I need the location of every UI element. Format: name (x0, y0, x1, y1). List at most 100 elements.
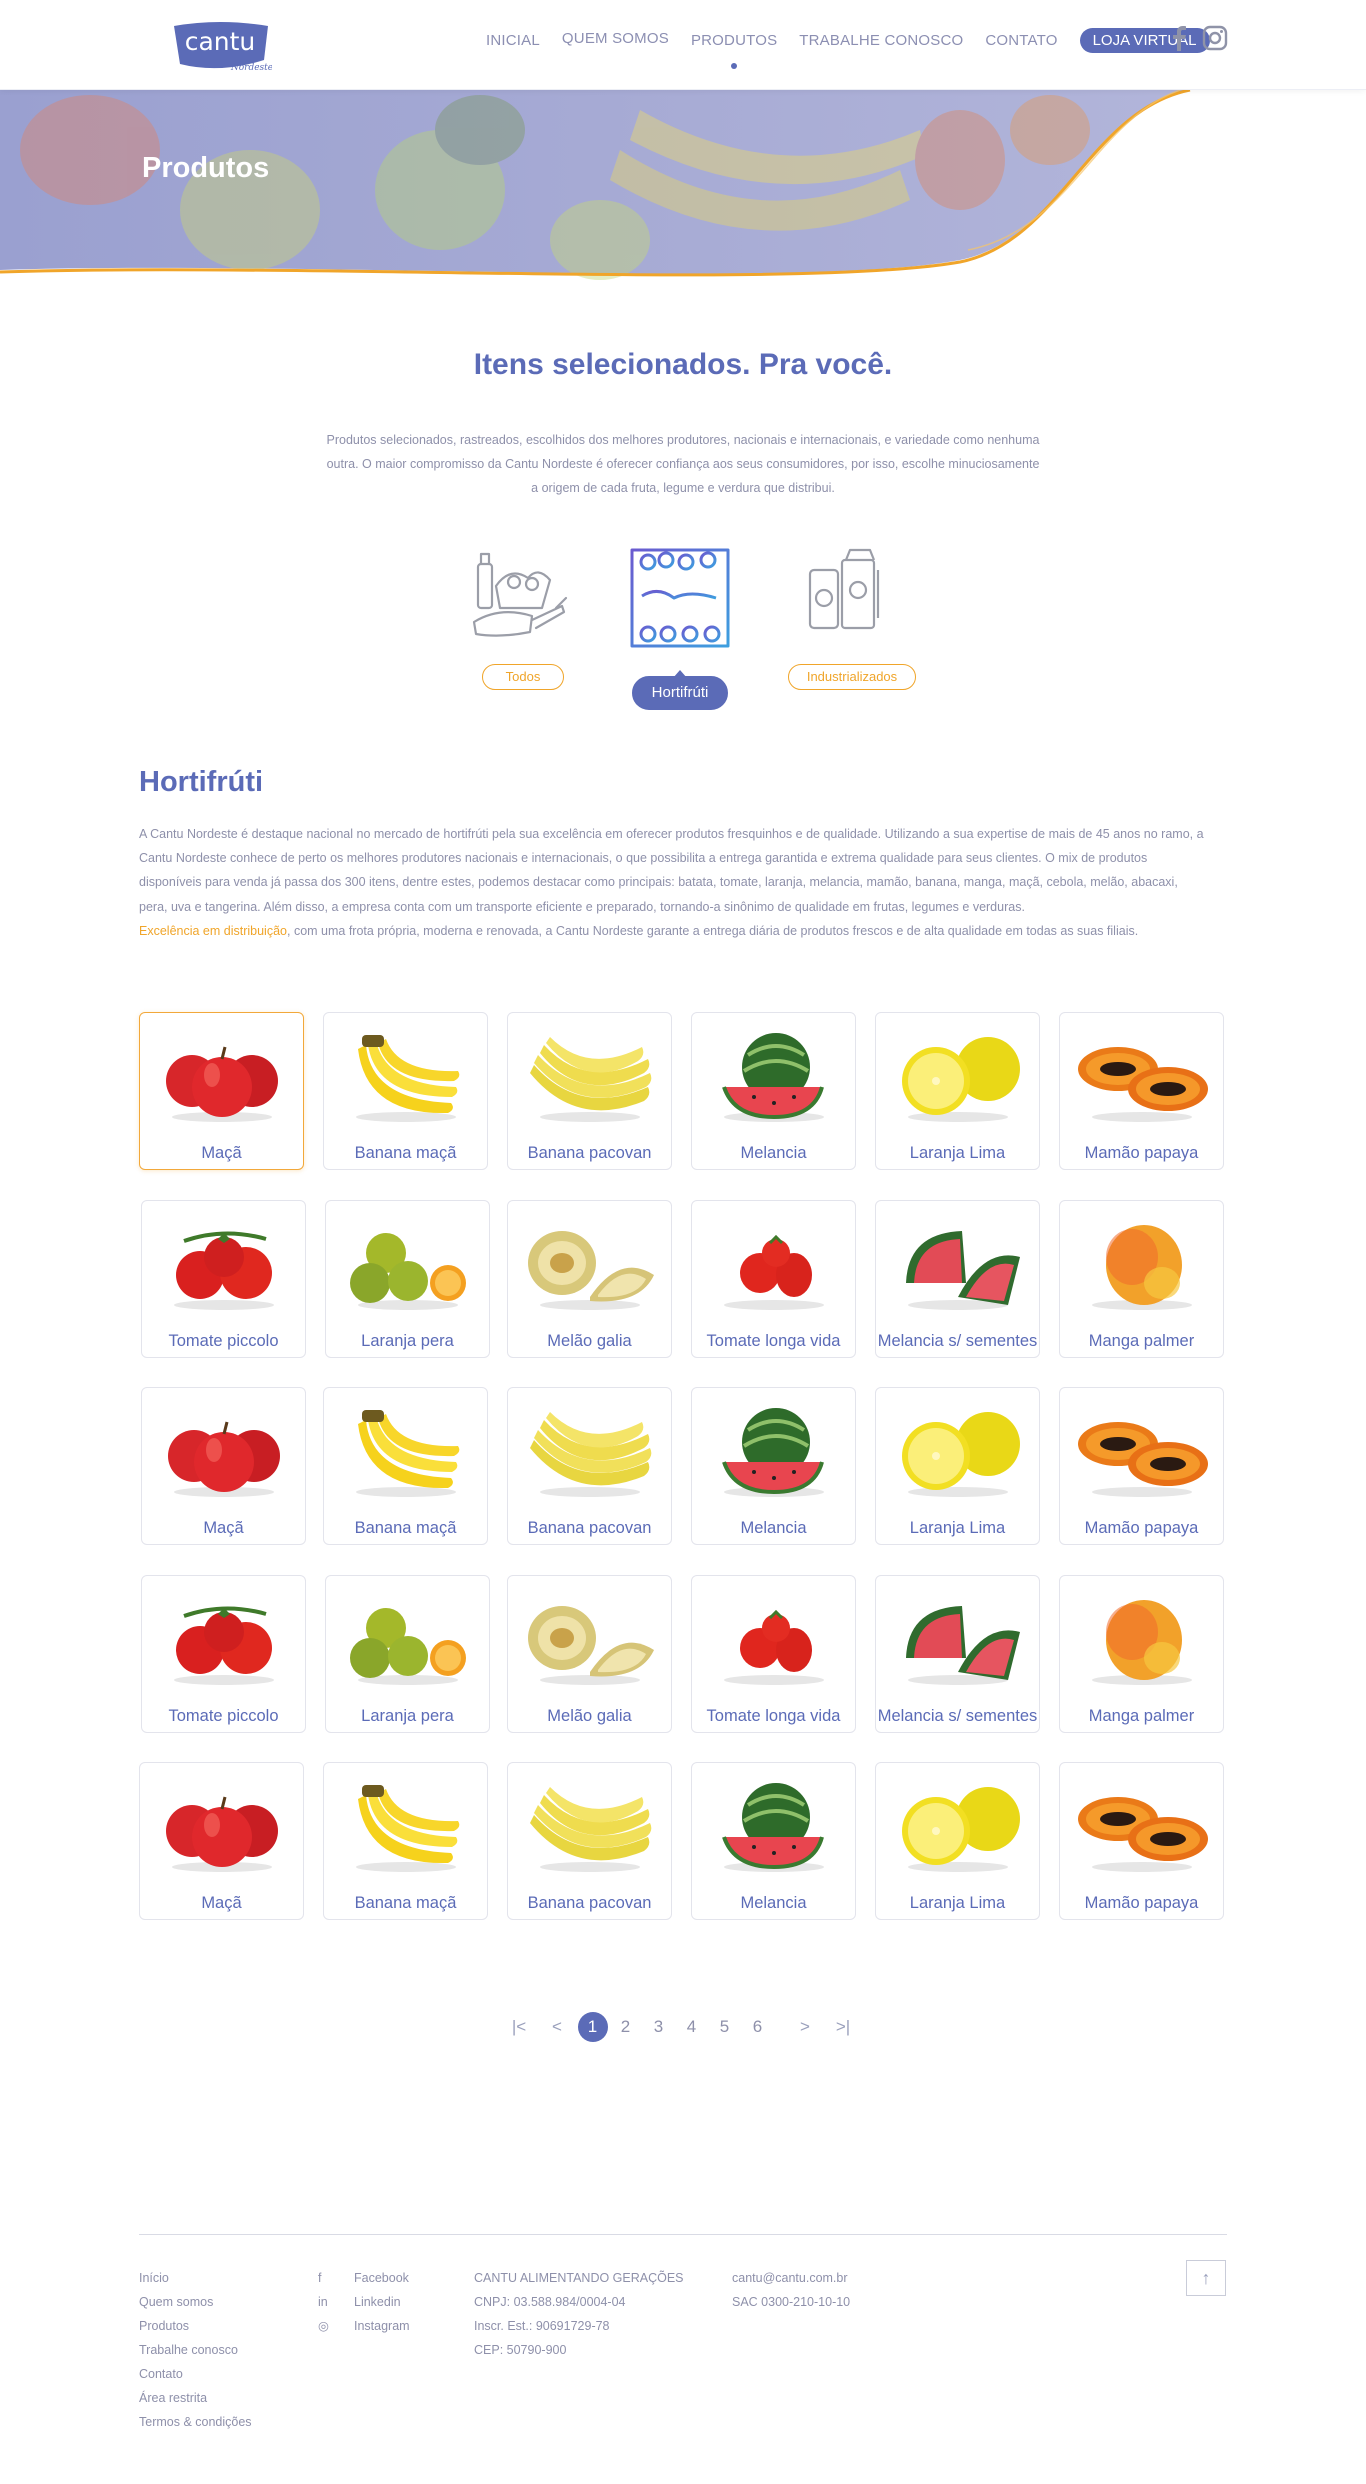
product-label: Manga palmer (1088, 1707, 1195, 1725)
product-card[interactable]: Melão galia (507, 1200, 672, 1358)
product-label: Laranja Lima (909, 1519, 1006, 1537)
footer-link-trabalhe-conosco[interactable]: Trabalhe conosco (139, 2338, 252, 2362)
product-card[interactable]: Laranja Lima (875, 1762, 1040, 1920)
footer-link-termos[interactable]: Termos & condições (139, 2410, 252, 2434)
product-label: Laranja Lima (909, 1144, 1006, 1162)
category-hortifruti-label[interactable]: Hortifrúti (632, 670, 728, 710)
product-card[interactable]: Melancia s/ sementes (875, 1200, 1040, 1358)
product-card[interactable]: Banana maçã (323, 1387, 488, 1545)
footer-facebook[interactable]: f Facebook (318, 2266, 410, 2290)
page-2[interactable]: 2 (611, 2012, 641, 2042)
product-label: Maçã (201, 1894, 242, 1912)
cantu-logo[interactable]: cantu Nordeste (168, 18, 273, 76)
product-label: Melancia (740, 1519, 807, 1537)
product-label: Laranja pera (361, 1707, 454, 1725)
product-card[interactable]: Manga palmer (1059, 1200, 1224, 1358)
loja-virtual-button[interactable]: LOJA VIRTUAL (1079, 28, 1210, 53)
nav-inicial[interactable]: INICIAL (486, 32, 540, 49)
first-page-icon[interactable]: |< (500, 2017, 538, 2037)
facebook-icon[interactable] (1172, 25, 1186, 56)
nav-quem-somos[interactable]: QUEM SOMOS (562, 30, 669, 47)
page-1[interactable]: 1 (577, 2012, 608, 2042)
highlight-link[interactable]: Excelência em distribuição (139, 924, 287, 938)
back-to-top-button[interactable]: ↑ (1186, 2260, 1226, 2296)
prev-page-icon[interactable]: < (538, 2017, 576, 2037)
intro-title: Itens selecionados. Pra você. (473, 348, 893, 381)
product-card[interactable]: Banana maçã (323, 1762, 488, 1920)
footer-link-contato[interactable]: Contato (139, 2362, 252, 2386)
product-label: Banana maçã (354, 1894, 457, 1912)
product-card[interactable]: Melancia (691, 1387, 856, 1545)
product-card[interactable]: Banana pacovan (507, 1012, 672, 1170)
footer-link-produtos[interactable]: Produtos (139, 2314, 252, 2338)
product-card[interactable]: Melão galia (507, 1575, 672, 1733)
page-4[interactable]: 4 (677, 2012, 707, 2042)
footer-link-quem-somos[interactable]: Quem somos (139, 2290, 252, 2314)
footer-instagram[interactable]: ◎ Instagram (318, 2314, 410, 2338)
product-card[interactable]: Banana maçã (323, 1012, 488, 1170)
footer-links: Início Quem somos Produtos Trabalhe cono… (139, 2266, 252, 2434)
product-label: Banana pacovan (527, 1894, 652, 1912)
product-card[interactable]: Tomate longa vida (691, 1575, 856, 1733)
nav-produtos[interactable]: PRODUTOS (691, 32, 777, 69)
nav-contato[interactable]: CONTATO (985, 32, 1057, 49)
product-label: Mamão papaya (1084, 1894, 1199, 1912)
product-label: Tomate longa vida (706, 1332, 841, 1350)
footer-divider (139, 2234, 1227, 2235)
footer-linkedin[interactable]: in Linkedin (318, 2290, 410, 2314)
footer-facebook-label: Facebook (354, 2271, 409, 2285)
product-card[interactable]: Laranja pera (325, 1200, 490, 1358)
product-label: Laranja Lima (909, 1894, 1006, 1912)
product-card[interactable]: Tomate longa vida (691, 1200, 856, 1358)
product-label: Melão galia (547, 1332, 632, 1350)
product-label: Maçã (203, 1519, 244, 1537)
footer-contact: cantu@cantu.com.br SAC 0300-210-10-10 (732, 2266, 850, 2314)
product-card[interactable]: Laranja Lima (875, 1387, 1040, 1545)
section-title: Hortifrúti (139, 766, 264, 798)
product-label: Melancia s/ sementes (877, 1332, 1038, 1350)
product-card[interactable]: Laranja pera (325, 1575, 490, 1733)
category-todos[interactable]: Todos (470, 546, 570, 690)
intro-text: Produtos selecionados, rastreados, escol… (326, 433, 1040, 495)
product-label: Banana pacovan (527, 1144, 652, 1162)
section-description-text-end: , com uma frota própria, moderna e renov… (287, 923, 1139, 938)
product-card[interactable]: Mamão papaya (1059, 1762, 1224, 1920)
product-card[interactable]: Melancia (691, 1762, 856, 1920)
next-page-icon[interactable]: > (786, 2017, 824, 2037)
product-label: Manga palmer (1088, 1332, 1195, 1350)
product-label: Mamão papaya (1084, 1519, 1199, 1537)
product-card[interactable]: Melancia (691, 1012, 856, 1170)
page-title: Produtos (142, 152, 270, 184)
svg-text:Nordeste: Nordeste (230, 63, 272, 73)
product-card[interactable]: Maçã (139, 1762, 304, 1920)
category-industrializados[interactable]: Industrializados (788, 546, 916, 690)
category-hortifruti[interactable]: Hortifrúti (628, 546, 732, 710)
category-industrializados-label[interactable]: Industrializados (788, 664, 916, 690)
product-card[interactable]: Laranja Lima (875, 1012, 1040, 1170)
product-card[interactable]: Manga palmer (1059, 1575, 1224, 1733)
product-card[interactable]: Banana pacovan (507, 1762, 672, 1920)
footer-link-area-restrita[interactable]: Área restrita (139, 2386, 252, 2410)
product-card[interactable]: Tomate piccolo (141, 1575, 306, 1733)
product-card[interactable]: Tomate piccolo (141, 1200, 306, 1358)
company-name: CANTU ALIMENTANDO GERAÇÕES (474, 2271, 684, 2285)
product-card[interactable]: Maçã (141, 1387, 306, 1545)
contact-email[interactable]: cantu@cantu.com.br (732, 2266, 850, 2290)
instagram-icon[interactable] (1202, 25, 1228, 56)
nav-trabalhe-conosco[interactable]: TRABALHE CONOSCO (799, 32, 963, 49)
page-5[interactable]: 5 (710, 2012, 740, 2042)
product-card[interactable]: Mamão papaya (1059, 1387, 1224, 1545)
category-todos-label[interactable]: Todos (482, 664, 564, 690)
last-page-icon[interactable]: >| (824, 2017, 862, 2037)
page-6[interactable]: 6 (743, 2012, 773, 2042)
product-card[interactable]: Mamão papaya (1059, 1012, 1224, 1170)
footer-link-inicio[interactable]: Início (139, 2266, 252, 2290)
product-card[interactable]: Banana pacovan (507, 1387, 672, 1545)
product-label: Melancia (740, 1894, 807, 1912)
product-card[interactable]: Melancia s/ sementes (875, 1575, 1040, 1733)
groceries-icon (472, 552, 568, 637)
product-card[interactable]: Maçã (139, 1012, 304, 1170)
product-label: Melão galia (547, 1707, 632, 1725)
page-3[interactable]: 3 (644, 2012, 674, 2042)
product-label: Tomate piccolo (168, 1332, 279, 1350)
